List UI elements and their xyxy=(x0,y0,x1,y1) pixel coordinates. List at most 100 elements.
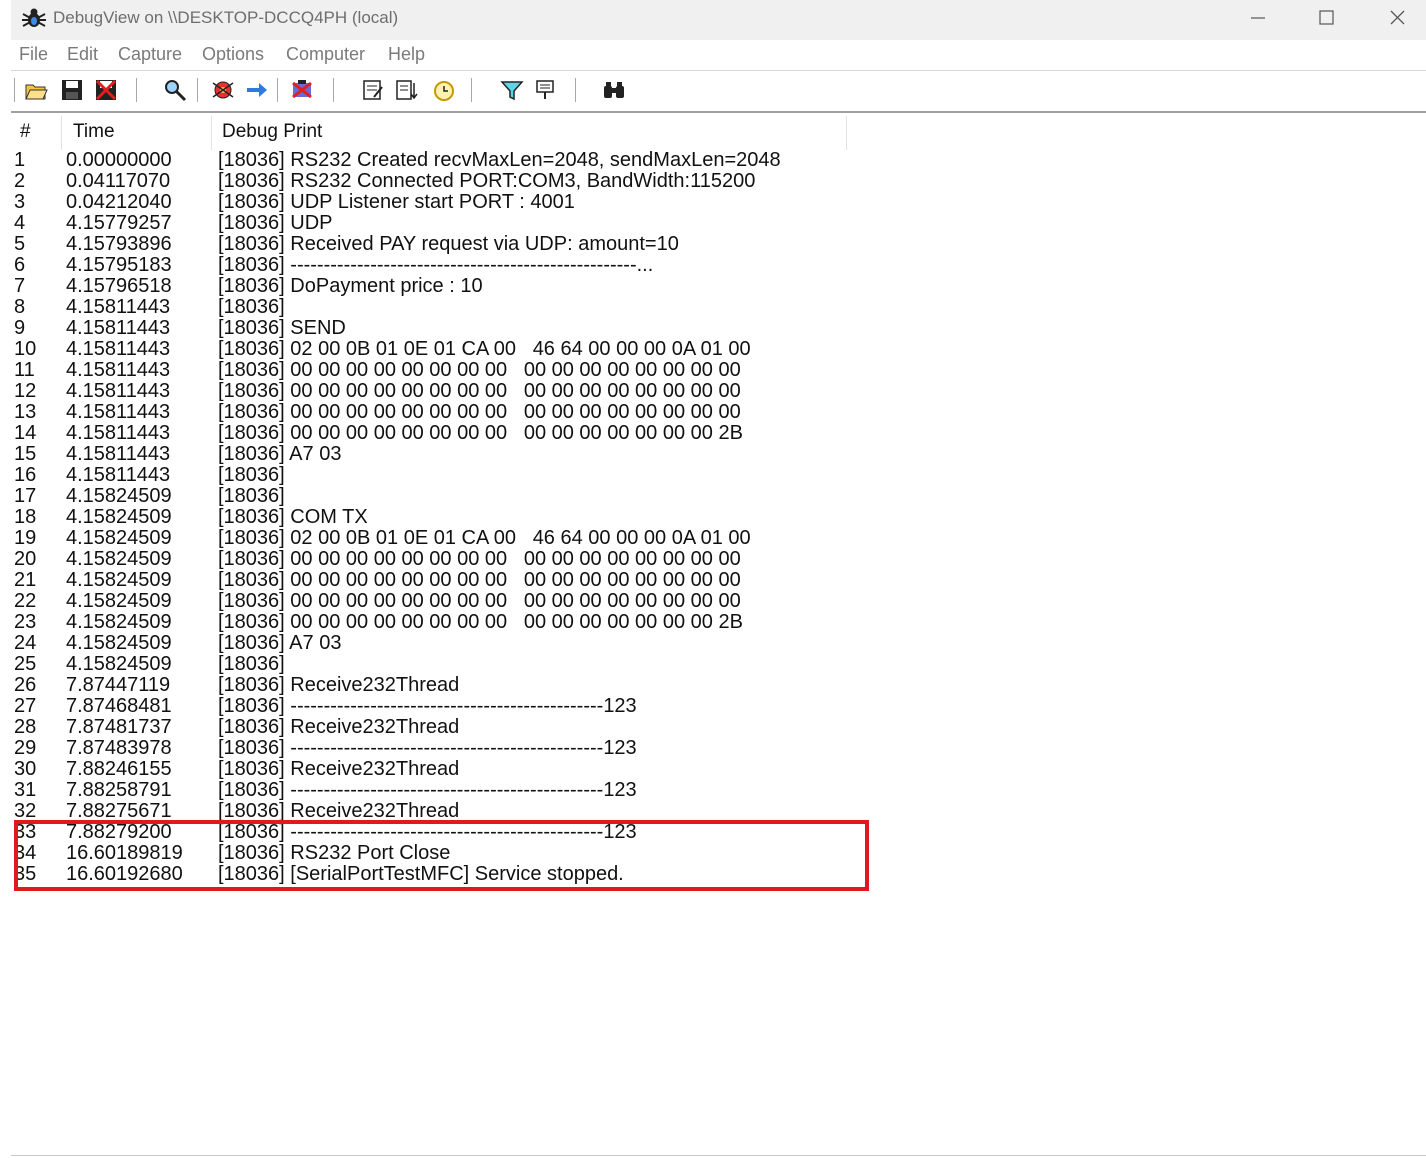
log-row-time: 4.15824509 xyxy=(66,590,172,612)
log-row[interactable]: 15 4.15811443 [18036] A7 03 xyxy=(11,444,911,465)
open-icon[interactable] xyxy=(23,77,49,103)
log-row-time: 7.87468481 xyxy=(66,695,172,717)
log-row-number: 13 xyxy=(14,401,37,423)
timestamp-icon[interactable] xyxy=(360,77,386,103)
log-row-number: 14 xyxy=(14,422,37,444)
log-row[interactable]: 8 4.15811443 [18036] xyxy=(11,297,911,318)
find-binoculars-icon[interactable] xyxy=(601,77,627,103)
log-row-message: [18036] Received PAY request via UDP: am… xyxy=(218,233,679,255)
log-row[interactable]: 29 7.87483978 [18036] --------------------… xyxy=(11,738,911,759)
log-row-time: 4.15779257 xyxy=(66,212,172,234)
log-row-time: 4.15824509 xyxy=(66,548,172,570)
filter-icon[interactable] xyxy=(499,77,525,103)
log-row[interactable]: 22 4.15824509 [18036] 00 00 00 00 00 00 00… xyxy=(11,591,911,612)
log-row[interactable]: 21 4.15824509 [18036] 00 00 00 00 00 00 00… xyxy=(11,570,911,591)
log-row-message: [18036] Receive232Thread xyxy=(218,674,460,696)
log-row[interactable]: 23 4.15824509 [18036] 00 00 00 00 00 00 00… xyxy=(11,612,911,633)
log-row[interactable]: 11 4.15811443 [18036] 00 00 00 00 00 00 00… xyxy=(11,360,911,381)
log-row-message: [18036] Receive232Thread xyxy=(218,758,460,780)
menu-help[interactable]: Help xyxy=(388,44,425,65)
log-row[interactable]: 4 4.15779257 [18036] UDP xyxy=(11,213,911,234)
column-header-time[interactable]: Time xyxy=(62,116,212,150)
menu-capture[interactable]: Capture xyxy=(118,44,182,65)
save-icon[interactable] xyxy=(59,77,85,103)
log-row[interactable]: 32 7.88275671 [18036] Receive232Thread xyxy=(11,801,911,822)
log-row[interactable]: 24 4.15824509 [18036] A7 03 xyxy=(11,633,911,654)
scroll-icon[interactable] xyxy=(393,77,419,103)
log-row[interactable]: 28 7.87481737 [18036] Receive232Thread xyxy=(11,717,911,738)
log-row[interactable]: 10 4.15811443 [18036] 02 00 0B 01 0E 01 CA… xyxy=(11,339,911,360)
log-row[interactable]: 31 7.88258791 [18036] --------------------… xyxy=(11,780,911,801)
clear-display-icon[interactable] xyxy=(93,77,119,103)
log-row-time: 4.15811443 xyxy=(66,443,171,465)
log-row[interactable]: 5 4.15793896 [18036] Received PAY request … xyxy=(11,234,911,255)
log-row[interactable]: 25 4.15824509 [18036] xyxy=(11,654,911,675)
log-row-time: 4.15811443 xyxy=(66,422,171,444)
log-row[interactable]: 14 4.15811443 [18036] 00 00 00 00 00 00 00… xyxy=(11,423,911,444)
log-row-time: 4.15824509 xyxy=(66,485,172,507)
log-row-number: 21 xyxy=(14,569,37,591)
log-row-time: 4.15824509 xyxy=(66,569,172,591)
log-row[interactable]: 17 4.15824509 [18036] xyxy=(11,486,911,507)
log-row[interactable]: 6 4.15795183 [18036] ---------------------… xyxy=(11,255,911,276)
menu-file[interactable]: File xyxy=(19,44,48,65)
log-row-time: 7.88258791 xyxy=(66,779,172,801)
log-row-number: 20 xyxy=(14,548,37,570)
log-row[interactable]: 26 7.87447119 [18036] Receive232Thread xyxy=(11,675,911,696)
menu-edit[interactable]: Edit xyxy=(67,44,98,65)
log-row[interactable]: 19 4.15824509 [18036] 02 00 0B 01 0E 01 CA… xyxy=(11,528,911,549)
log-row-number: 9 xyxy=(14,317,26,339)
clock-icon[interactable] xyxy=(431,77,457,103)
log-row-message: [18036] A7 03 xyxy=(218,443,342,465)
close-button[interactable] xyxy=(1362,0,1426,36)
log-row[interactable]: 12 4.15811443 [18036] 00 00 00 00 00 00 00… xyxy=(11,381,911,402)
log-row-number: 25 xyxy=(14,653,37,675)
log-row-message: [18036] DoPayment price : 10 xyxy=(218,275,483,297)
log-row-time: 4.15824509 xyxy=(66,527,172,549)
toolbar-separator xyxy=(471,78,472,102)
log-row-message: [18036] 00 00 00 00 00 00 00 00 00 00 00… xyxy=(218,590,741,612)
log-row[interactable]: 3 0.04212040 [18036] UDP Listener start PO… xyxy=(11,192,911,213)
column-header-debug-print[interactable]: Debug Print xyxy=(212,116,847,150)
log-row-time: 4.15795183 xyxy=(66,254,172,276)
log-row[interactable]: 1 0.00000000 [18036] RS232 Created recvMax… xyxy=(11,150,911,171)
log-row[interactable]: 13 4.15811443 [18036] 00 00 00 00 00 00 00… xyxy=(11,402,911,423)
log-row-time: 4.15796518 xyxy=(66,275,172,297)
highlight-icon[interactable] xyxy=(532,77,558,103)
log-row-time: 7.88246155 xyxy=(66,758,172,780)
log-row[interactable]: 30 7.88246155 [18036] Receive232Thread xyxy=(11,759,911,780)
log-row-number: 6 xyxy=(14,254,26,276)
log-row-number: 4 xyxy=(14,212,26,234)
maximize-button[interactable] xyxy=(1292,0,1362,36)
menu-options[interactable]: Options xyxy=(202,44,264,65)
log-row-message: [18036] xyxy=(218,653,285,675)
log-row[interactable]: 7 4.15796518 [18036] DoPayment price : 10 xyxy=(11,276,911,297)
column-header-num[interactable]: # xyxy=(11,116,62,150)
capture-forward-icon[interactable] xyxy=(244,77,270,103)
log-row-number: 1 xyxy=(14,149,26,171)
find-icon[interactable] xyxy=(162,77,188,103)
log-row[interactable]: 9 4.15811443 [18036] SEND xyxy=(11,318,911,339)
log-row[interactable]: 18 4.15824509 [18036] COM TX xyxy=(11,507,911,528)
menu-computer[interactable]: Computer xyxy=(286,44,365,65)
log-row[interactable]: 27 7.87468481 [18036] --------------------… xyxy=(11,696,911,717)
log-row[interactable]: 20 4.15824509 [18036] 00 00 00 00 00 00 00… xyxy=(11,549,911,570)
log-row-number: 23 xyxy=(14,611,37,633)
log-row-time: 7.87447119 xyxy=(66,674,171,696)
debugview-bug-icon xyxy=(22,8,46,27)
minimize-button[interactable] xyxy=(1223,0,1293,36)
log-row-message: [18036] 00 00 00 00 00 00 00 00 00 00 00… xyxy=(218,569,741,591)
log-row-number: 12 xyxy=(14,380,37,402)
bottom-border xyxy=(11,1155,1426,1156)
title-bar: DebugView on \\DESKTOP-DCCQ4PH (local) xyxy=(11,0,1426,40)
log-row[interactable]: 2 0.04117070 [18036] RS232 Connected PORT:… xyxy=(11,171,911,192)
clear-icon[interactable] xyxy=(289,77,315,103)
log-row-message: [18036] --------------------------------… xyxy=(218,779,637,801)
log-row-message: [18036] RS232 Created recvMaxLen=2048, s… xyxy=(218,149,781,171)
capture-icon[interactable] xyxy=(210,77,236,103)
log-row-message: [18036] 00 00 00 00 00 00 00 00 00 00 00… xyxy=(218,359,741,381)
log-row-number: 11 xyxy=(14,359,35,381)
log-row[interactable]: 16 4.15811443 [18036] xyxy=(11,465,911,486)
highlight-box xyxy=(14,820,869,891)
log-row-number: 17 xyxy=(14,485,37,507)
